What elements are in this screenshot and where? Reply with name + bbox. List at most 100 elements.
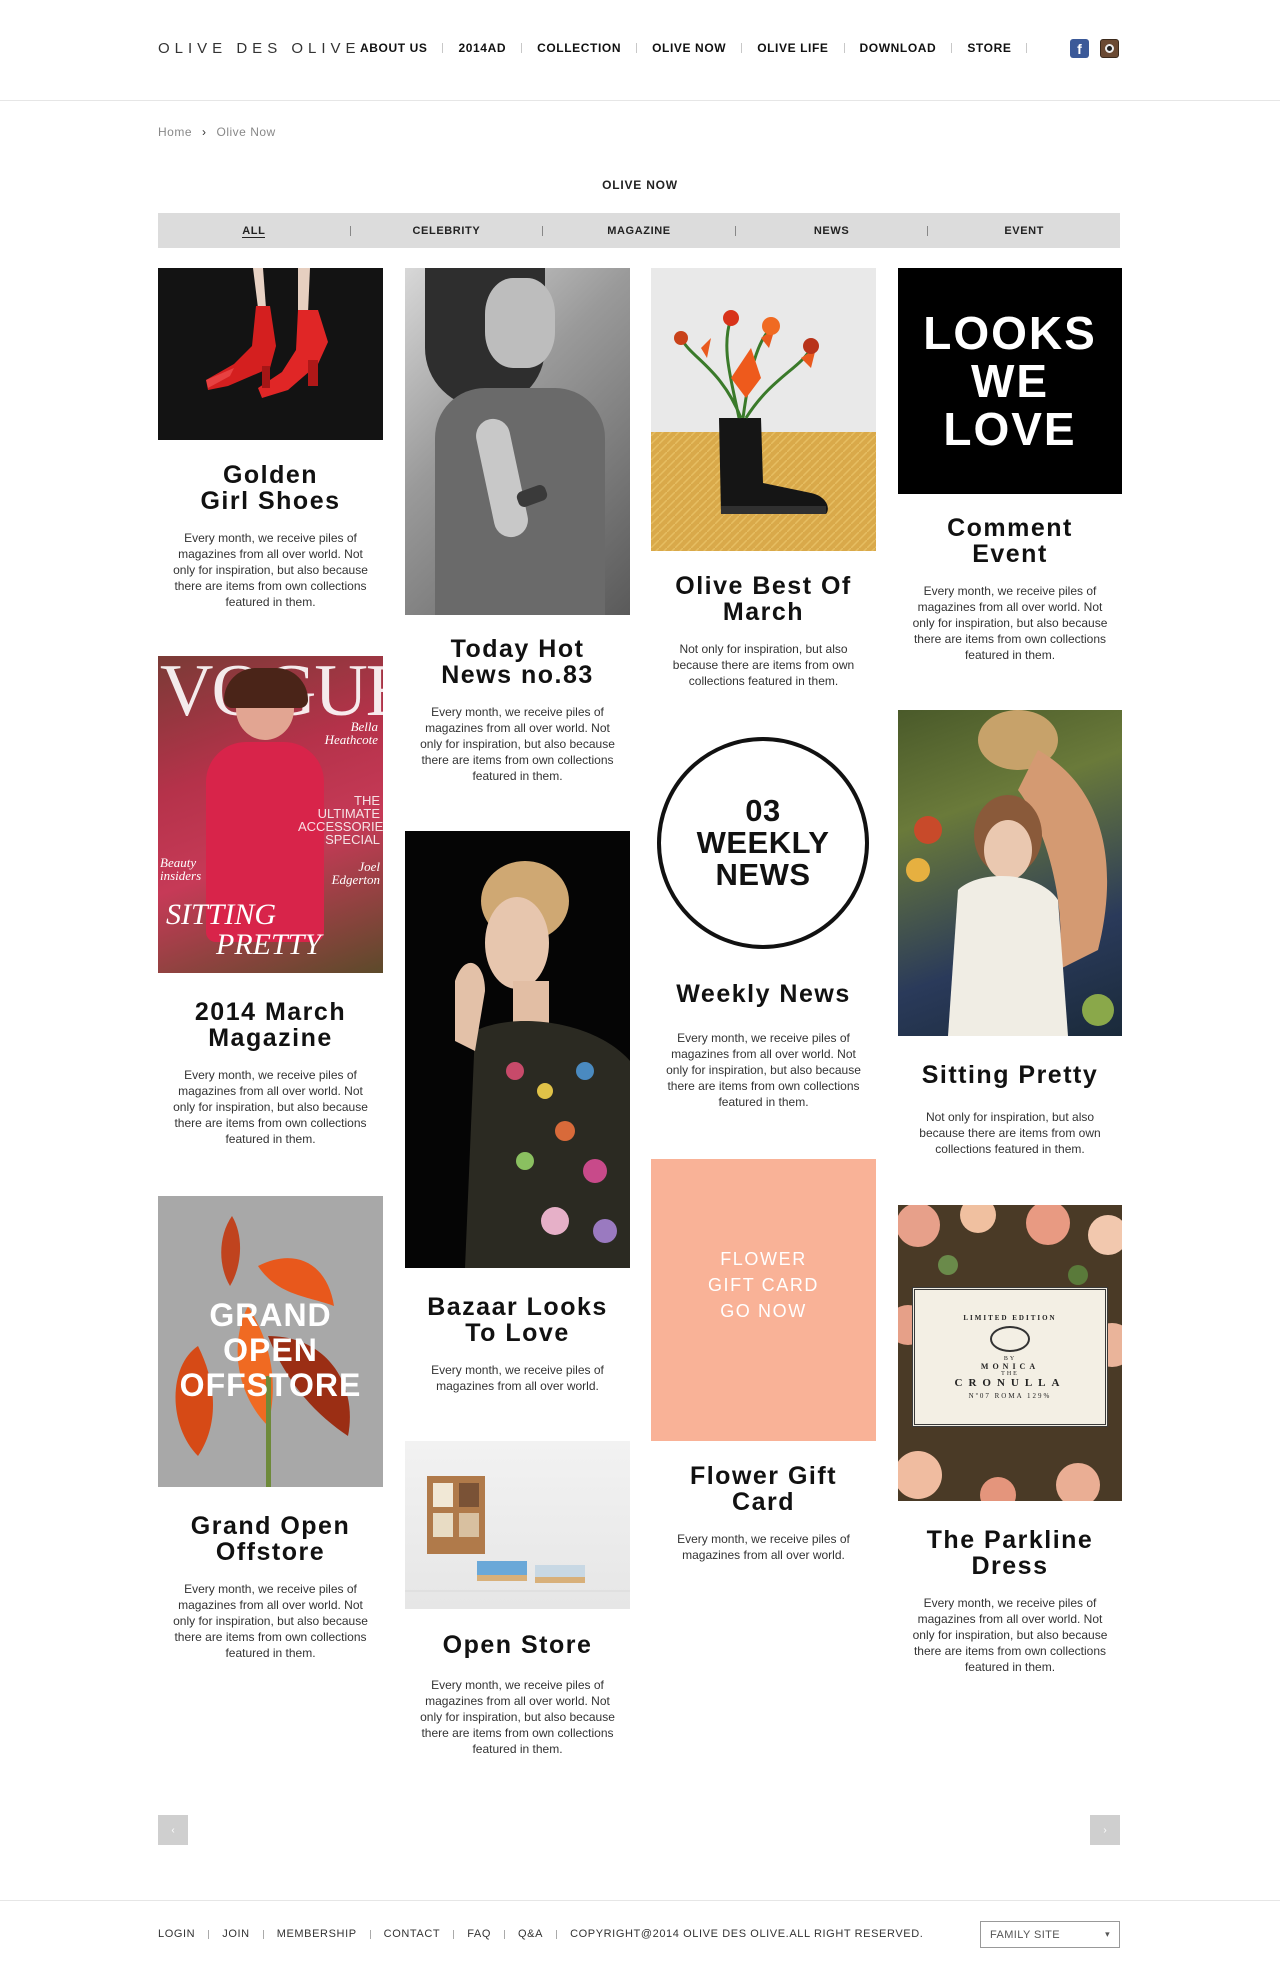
cover-feature-text: THE ULTIMATE ACCESSORIES SPECIAL [298,794,383,846]
nav-divider [636,43,638,53]
golden-girl-shoes-image[interactable] [158,268,383,440]
card-title-line: Card [732,1488,795,1516]
card-description: Every month, we receive piles of magazin… [173,1582,368,1660]
today-hot-news-image[interactable] [405,268,630,615]
card-title-line: Comment [947,514,1073,542]
card-title[interactable]: Open Store [405,1632,630,1658]
footer-qa-link[interactable]: Q&A [518,1928,543,1940]
footer-divider-bar [369,1929,371,1939]
card-title[interactable]: The Parkline Dress [898,1527,1122,1579]
card-title[interactable]: Sitting Pretty [898,1062,1122,1088]
cover-text: PRETTY [216,928,322,961]
cover-model-hair [224,668,308,708]
next-page-button[interactable]: › [1090,1815,1120,1845]
footer-membership-link[interactable]: MEMBERSHIP [277,1928,357,1940]
family-site-select[interactable]: FAMILY SITE ▾ [980,1921,1120,1948]
poster-line: OFFSTORE [179,1367,362,1403]
filter-tab-news[interactable]: NEWS [736,225,928,237]
chevron-down-icon: ▾ [1105,1929,1110,1939]
weekly-news-badge[interactable]: 03 WEEKLY NEWS [657,737,869,949]
tile-line: FLOWER [720,1249,807,1269]
vogue-magazine-cover-image[interactable]: VOGUE BellaHeathcote THE ULTIMATE ACCESS… [158,656,383,973]
olive-best-of-march-image[interactable] [651,268,876,551]
nav-divider [951,43,953,53]
card-title-line: Olive Best Of [675,572,852,600]
card-title[interactable]: Olive Best Of March [651,573,876,625]
poster-text: GRAND OPEN OFFSTORE [158,1298,383,1403]
nav-divider [442,43,444,53]
instagram-icon[interactable] [1100,39,1119,58]
bazaar-looks-image[interactable] [405,831,630,1268]
card-title[interactable]: Golden Girl Shoes [158,462,383,514]
sitting-pretty-image[interactable] [898,710,1122,1036]
nav-olive-life[interactable]: OLIVE LIFE [757,41,828,55]
filter-tab-label: MAGAZINE [607,224,671,237]
nav-about-us[interactable]: ABOUT US [360,41,427,55]
card-title-line: Golden [222,461,319,489]
nav-store[interactable]: STORE [967,41,1011,55]
breadcrumb-home[interactable]: Home [158,125,192,139]
cover-side-text: Beauty insiders [160,856,201,882]
prev-page-button[interactable]: ‹ [158,1815,188,1845]
footer-divider-bar [556,1929,558,1939]
nav-olive-now[interactable]: OLIVE NOW [652,41,726,55]
filter-tab-label: ALL [242,224,266,238]
footer-faq-link[interactable]: FAQ [467,1928,491,1940]
card-title[interactable]: Flower Gift Card [651,1463,876,1515]
boot-with-flowers-illustration [651,310,876,551]
card-title-line: Event [972,540,1048,568]
nav-collection[interactable]: COLLECTION [537,41,621,55]
open-store-image[interactable] [405,1441,630,1609]
filter-tab-all[interactable]: ALL [158,224,350,238]
card-title-line: 2014 March [194,998,347,1026]
footer-divider-bar [208,1929,210,1939]
bazaar-portrait-illustration [455,861,630,1268]
card-title[interactable]: 2014 March Magazine [158,999,383,1051]
footer-links: LOGIN JOIN MEMBERSHIP CONTACT FAQ Q&A CO… [158,1927,923,1941]
card-description: Every month, we receive piles of magazin… [666,1031,861,1109]
card-description: Every month, we receive piles of magazin… [173,531,368,609]
card-title-line: March [722,598,805,626]
filter-tab-magazine[interactable]: MAGAZINE [543,225,735,237]
card-title-line: Girl Shoes [200,487,341,515]
badge-line: 03 [745,793,781,828]
card-title-line: Magazine [208,1024,333,1052]
card-description: Not only for inspiration, but also becau… [672,642,855,688]
card-title[interactable]: Grand Open Offstore [158,1513,383,1565]
card-title-line: Sitting Pretty [921,1061,1099,1089]
card-title[interactable]: Bazaar Looks To Love [405,1294,630,1346]
site-logo[interactable]: OLIVE DES OLIVE [158,40,361,57]
flower-gift-card-tile[interactable]: FLOWER GIFT CARD GO NOW [651,1159,876,1441]
card-title-line: Open Store [442,1631,593,1659]
card-title[interactable]: Weekly News [651,981,876,1007]
card-title[interactable]: Comment Event [898,515,1122,567]
footer-login-link[interactable]: LOGIN [158,1928,195,1940]
nav-divider [741,43,743,53]
parkline-dress-image[interactable]: LIMITED EDITION BY MONICA THE CRONULLA N… [898,1205,1122,1501]
card-title-line: Dress [971,1552,1049,1580]
filter-tab-event[interactable]: EVENT [928,225,1120,237]
nav-2014ad[interactable]: 2014AD [458,41,506,55]
card-description: Every month, we receive piles of magazin… [677,1532,850,1562]
label-text: LIMITED EDITION [963,1314,1057,1322]
page-title: OLIVE NOW [602,178,678,192]
facebook-icon[interactable]: f [1070,39,1089,58]
looks-we-love-tile[interactable]: LOOKS WE LOVE [898,268,1122,494]
card-title-line: News no.83 [441,661,594,689]
family-site-label: FAMILY SITE [990,1928,1061,1941]
cover-text: Heathcote [324,732,378,747]
footer-join-link[interactable]: JOIN [222,1928,249,1940]
card-description: Every month, we receive piles of magazin… [173,1068,368,1146]
nav-download[interactable]: DOWNLOAD [860,41,937,55]
filter-tab-label: EVENT [1004,224,1045,237]
footer-contact-link[interactable]: CONTACT [384,1928,441,1940]
card-title-line: Offstore [215,1538,326,1566]
filter-tab-celebrity[interactable]: CELEBRITY [351,225,543,237]
footer-divider-bar [453,1929,455,1939]
grand-open-poster-image[interactable]: GRAND OPEN OFFSTORE [158,1196,383,1487]
breadcrumb-current[interactable]: Olive Now [217,125,276,139]
cover-tagline: Bella Heathcote [318,720,378,746]
card-title[interactable]: Today Hot News no.83 [405,636,630,688]
nav-divider [1026,43,1028,53]
label-text: CRONULLA [954,1377,1066,1389]
